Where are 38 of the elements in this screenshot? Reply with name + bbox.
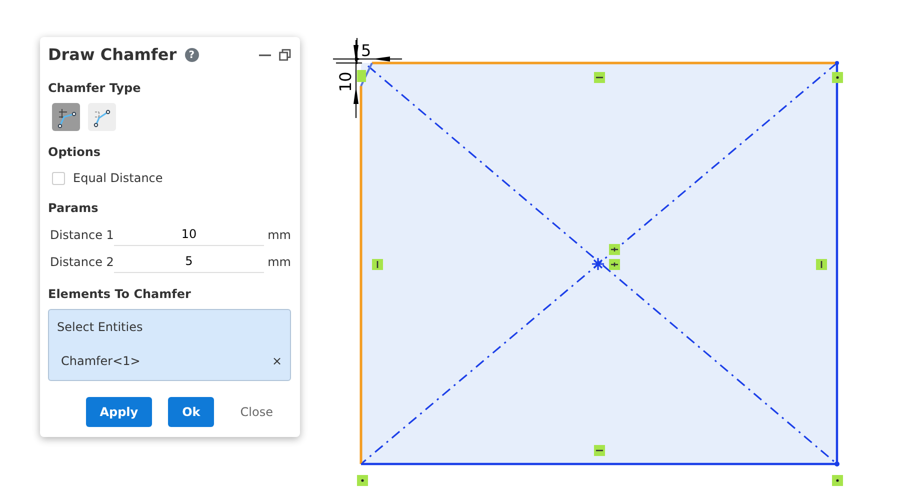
help-icon[interactable]: ? [184,48,199,62]
chamfer-line [360,62,373,86]
entity-label: Chamfer<1> [61,353,140,370]
close-button[interactable]: Close [230,397,283,427]
constraint-icon [357,70,366,82]
section-heading: Options [48,144,102,161]
unit-label: mm [268,226,291,244]
endpoint-icon [835,61,839,65]
param-label: Distance 1 [50,226,114,244]
constraint-icon [594,72,605,83]
constraint-icon [832,475,843,486]
constraint-icon [816,259,827,270]
chamfer-type-button[interactable] [52,103,80,131]
unit-label: mm [268,254,291,270]
section-heading: Elements To Chamfer [48,286,192,303]
constraint-icon [609,244,620,255]
dimension-text: 10 [336,72,355,92]
restore-icon[interactable] [279,49,291,61]
selection-box-title: Select Entities [57,319,144,336]
chamfer-type-button[interactable] [88,103,116,131]
primary-button[interactable]: Apply [86,397,152,427]
primary-button[interactable]: Ok [168,397,214,427]
section-heading: Chamfer Type [48,80,142,97]
section-heading: Params [48,200,100,217]
constraint-icon [832,72,843,83]
param-label: Distance 2 [50,254,114,270]
constraint-icon [357,475,368,486]
checkbox[interactable] [52,172,65,184]
panel-title: Draw Chamfer [48,44,177,66]
center-point-icon [591,257,605,271]
constraint-icon [372,259,383,270]
checkbox-label: Equal Distance [73,170,163,187]
dimension-text: 5 [361,41,372,60]
selection-box[interactable]: Select Entities Chamfer<1> × [48,309,291,381]
endpoint-icon [834,462,840,466]
remove-icon[interactable]: × [272,352,282,370]
constraint-icon [594,445,605,456]
constraint-icon [609,259,620,270]
